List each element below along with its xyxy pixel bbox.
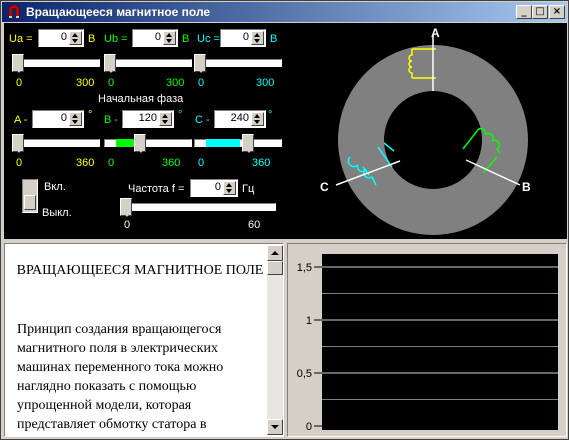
scroll-thumb[interactable] [267, 261, 283, 275]
uc-spin-arrows[interactable] [251, 31, 264, 45]
phase-c-min: 0 [198, 157, 205, 169]
description-heading: ВРАЩАЮЩЕЕСЯ МАГНИТНОЕ ПОЛЕ [16, 263, 264, 278]
control-panel: Ua = 0 B Ub = 0 B Uc = 0 B 0 300 0 300 0… [4, 23, 567, 239]
phase-a-min: 0 [16, 157, 23, 169]
phase-b-max: 360 [162, 157, 181, 169]
phase-a-max: 360 [76, 157, 95, 169]
ub-max: 300 [166, 77, 185, 89]
phase-c-value: 240 [230, 112, 249, 124]
app-window: Вращающееся магнитное поле _ □ × Ua = 0 … [0, 0, 569, 440]
phase-c-max: 360 [252, 157, 271, 169]
description-scrollbar[interactable] [267, 245, 283, 435]
phase-b-value: 120 [138, 112, 157, 124]
label-c: C [320, 180, 329, 194]
phase-b-label: B - [104, 114, 119, 126]
uc-slider-thumb[interactable] [194, 54, 206, 73]
power-toggle-knob[interactable] [24, 195, 36, 210]
frequency-min: 0 [124, 219, 131, 231]
ub-spinner[interactable]: 0 [132, 29, 178, 47]
description-panel[interactable]: ВРАЩАЮЩЕЕСЯ МАГНИТНОЕ ПОЛЕ Принцип созда… [4, 243, 284, 437]
phase-a-spin-arrows[interactable] [69, 112, 82, 126]
phase-c-label: C - [195, 114, 210, 126]
ua-spin-arrows[interactable] [69, 31, 82, 45]
scroll-up-button[interactable] [267, 245, 283, 261]
power-toggle[interactable] [22, 179, 38, 213]
frequency-unit: Гц [242, 183, 255, 195]
arrow-up-icon [271, 251, 279, 255]
plot-tick-label: 1 [306, 315, 312, 327]
window-title: Вращающееся магнитное поле [26, 5, 211, 19]
ua-min: 0 [16, 77, 23, 89]
phase-c-fill [206, 139, 240, 147]
phase-a-slider-track[interactable] [12, 139, 100, 147]
uc-label: Uc = [197, 33, 220, 45]
frequency-spin-arrows[interactable] [223, 181, 236, 195]
plot-panel: 0 0,5 1 1,5 [287, 243, 567, 437]
power-off-label: Выкл. [42, 207, 72, 219]
phase-b-fill [116, 139, 134, 147]
ub-slider-track[interactable] [104, 59, 192, 67]
phase-plot: 0 0,5 1 1,5 [297, 254, 558, 433]
phase-b-unit: ° [178, 109, 183, 121]
stator-bore [384, 91, 482, 189]
plot-tick-label: 1,5 [297, 262, 312, 274]
phase-a-unit: ° [88, 109, 93, 121]
phase-b-slider-thumb[interactable] [134, 134, 146, 153]
arrow-down-icon [271, 425, 279, 429]
minimize-button[interactable]: _ [516, 5, 532, 19]
phase-title: Начальная фаза [98, 93, 184, 105]
phase-a-value: 0 [60, 112, 67, 124]
phase-b-spinner[interactable]: 120 [122, 110, 174, 128]
ua-spinner[interactable]: 0 [38, 29, 84, 47]
plot-tick-label: 0 [306, 421, 312, 433]
uc-slider-track[interactable] [194, 59, 282, 67]
ub-unit: B [182, 33, 190, 45]
power-on-label: Вкл. [44, 181, 66, 193]
plot-tick-label: 0,5 [297, 368, 312, 380]
title-bar[interactable]: Вращающееся магнитное поле _ □ × [2, 2, 567, 22]
ub-spin-arrows[interactable] [163, 31, 176, 45]
description-body: Принцип создания вращающегося магнитного… [17, 322, 224, 432]
maximize-button[interactable]: □ [532, 5, 548, 19]
uc-max: 300 [256, 77, 275, 89]
frequency-slider-thumb[interactable] [120, 198, 132, 217]
phase-b-spin-arrows[interactable] [159, 112, 172, 126]
uc-unit: B [270, 33, 278, 45]
frequency-value: 0 [214, 181, 221, 193]
uc-min: 0 [198, 77, 205, 89]
close-button[interactable]: × [549, 5, 565, 19]
label-b: B [522, 180, 531, 194]
ub-label: Ub = [104, 33, 128, 45]
phase-a-spinner[interactable]: 0 [32, 110, 84, 128]
phase-c-spin-arrows[interactable] [251, 112, 264, 126]
frequency-max: 60 [248, 219, 261, 231]
ua-value: 0 [60, 31, 67, 43]
phase-c-slider-thumb[interactable] [242, 134, 254, 153]
ub-min: 0 [108, 77, 115, 89]
ua-slider-track[interactable] [12, 59, 100, 67]
ua-max: 300 [76, 77, 95, 89]
frequency-label: Частота f = [128, 183, 185, 195]
frequency-spinner[interactable]: 0 [190, 179, 238, 197]
ua-label: Ua = [9, 33, 33, 45]
phase-b-min: 0 [108, 157, 115, 169]
frequency-slider-track[interactable] [120, 203, 276, 211]
phase-c-spinner[interactable]: 240 [214, 110, 266, 128]
ub-slider-thumb[interactable] [104, 54, 116, 73]
phase-a-label: A - [14, 114, 28, 126]
ub-value: 0 [154, 31, 161, 43]
uc-value: 0 [242, 31, 249, 43]
ua-unit: B [88, 33, 96, 45]
label-a: A [431, 26, 440, 40]
ua-slider-thumb[interactable] [12, 54, 24, 73]
phase-c-unit: ° [268, 109, 273, 121]
stator-diagram: A B C [320, 26, 531, 235]
plot-area [322, 254, 558, 430]
magnet-icon [8, 4, 20, 19]
scroll-down-button[interactable] [267, 419, 283, 435]
phase-a-slider-thumb[interactable] [12, 134, 24, 153]
uc-spinner[interactable]: 0 [220, 29, 266, 47]
